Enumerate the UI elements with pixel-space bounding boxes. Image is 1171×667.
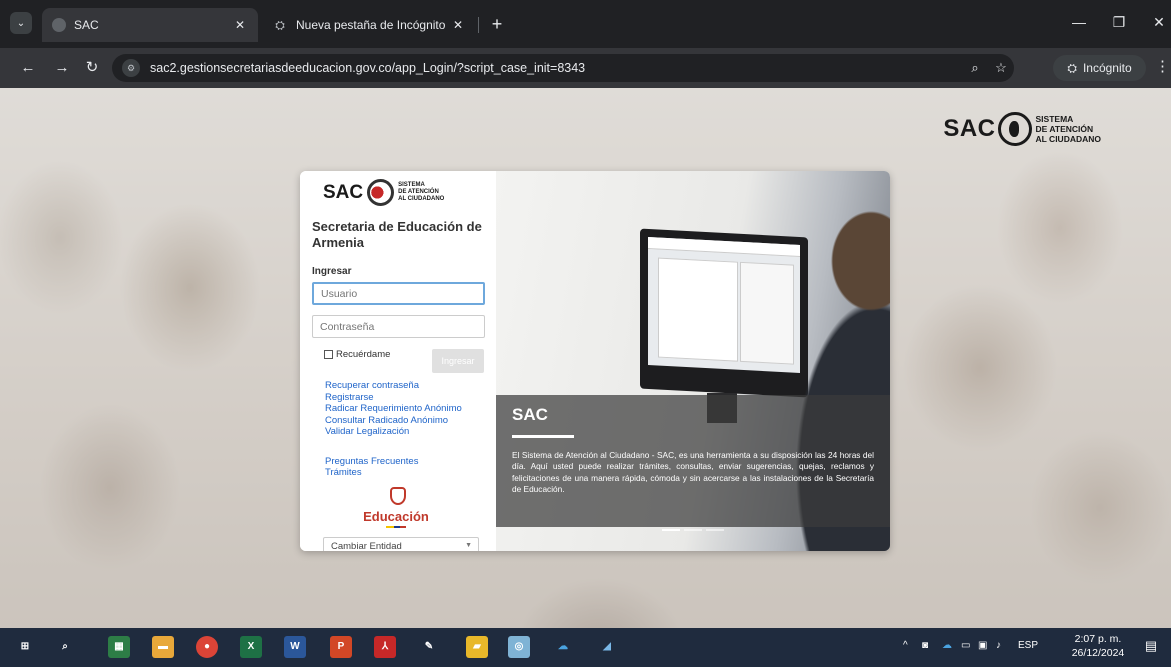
check-anonymous-filing-link[interactable]: Consultar Radicado Anónimo xyxy=(325,415,462,427)
search-icon[interactable]: ⌕ xyxy=(54,636,76,658)
entity-title: Secretaria de Educación de Armenia xyxy=(312,219,482,250)
coat-of-arms-icon xyxy=(384,485,408,509)
browser-toolbar: ← → ↻ ⚙ sac2.gestionsecretariasdeeducaci… xyxy=(0,48,1171,88)
site-info-icon[interactable]: ⚙ xyxy=(122,59,140,77)
new-tab-icon[interactable]: + xyxy=(486,13,508,35)
caption-text: El Sistema de Atención al Ciudadano - SA… xyxy=(512,450,874,494)
chevron-up-icon[interactable]: ^ xyxy=(903,640,908,651)
volume-icon[interactable]: ♪ xyxy=(996,640,1001,651)
username-input[interactable] xyxy=(312,282,485,305)
clock[interactable]: 2:07 p. m. 26/12/2024 xyxy=(1067,632,1129,660)
battery-icon[interactable]: ▭ xyxy=(961,640,970,651)
sac-logo-icon xyxy=(997,112,1032,146)
incognito-icon: ⛭ xyxy=(1067,60,1077,75)
clock-time: 2:07 p. m. xyxy=(1074,633,1122,645)
windows-taskbar: ⊞ ⌕ ▦ ▬ ● X W P ⅄ ✎ ▰ ◎ ☁ ◢ ^ ◙ ☁ ▭ ▣ ♪ … xyxy=(0,628,1171,667)
browser-tab-strip: ⌄ SAC ✕ ⛭ Nueva pestaña de Incógnito ✕ +… xyxy=(0,0,1171,48)
sac-header-logo: SAC SISTEMA DE ATENCIÓN AL CIUDADANO xyxy=(943,112,1101,146)
url-text: sac2.gestionsecretariasdeeducacion.gov.c… xyxy=(150,61,586,75)
monitor-screen xyxy=(648,237,800,373)
onedrive-icon[interactable]: ☁ xyxy=(552,636,574,658)
language-indicator[interactable]: ESP xyxy=(1018,640,1038,651)
tab-search-icon[interactable]: ⌄ xyxy=(10,12,32,34)
carousel-dot[interactable] xyxy=(706,529,724,531)
brand-name: SAC xyxy=(323,181,364,203)
paint-icon[interactable]: ✎ xyxy=(418,636,440,658)
magnifier-app-icon[interactable]: ◎ xyxy=(508,636,530,658)
carousel-dot[interactable] xyxy=(662,529,680,531)
carousel: SAC El Sistema de Atención al Ciudadano … xyxy=(496,171,890,551)
address-bar[interactable]: ⚙ sac2.gestionsecretariasdeeducacion.gov… xyxy=(112,54,1014,82)
validate-legalization-link[interactable]: Validar Legalización xyxy=(325,426,462,438)
login-card: SAC SISTEMA DE ATENCIÓN AL CIUDADANO Sec… xyxy=(300,171,890,551)
onedrive-tray-icon[interactable]: ☁ xyxy=(942,640,952,651)
notifications-icon[interactable]: ▤ xyxy=(1142,638,1160,656)
login-page-background: SAC SISTEMA DE ATENCIÓN AL CIUDADANO SAC… xyxy=(0,88,1171,628)
close-icon[interactable]: ✕ xyxy=(232,18,248,32)
remember-me-label: Recuérdame xyxy=(336,349,391,360)
incognito-icon: ⛭ xyxy=(275,17,285,32)
app-icon[interactable]: ◢ xyxy=(596,636,618,658)
bookmark-star-icon[interactable]: ☆ xyxy=(988,60,1014,76)
close-icon[interactable]: ✕ xyxy=(450,18,466,32)
globe-icon xyxy=(52,18,66,32)
network-icon[interactable]: ▣ xyxy=(978,640,987,651)
meet-icon[interactable]: ◙ xyxy=(922,640,928,651)
remember-me-checkbox[interactable]: Recuérdame xyxy=(324,349,390,360)
brand-subtitle: SISTEMA DE ATENCIÓN AL CIUDADANO xyxy=(1035,114,1101,144)
clock-date: 26/12/2024 xyxy=(1071,647,1125,659)
tab-label: Nueva pestaña de Incógnito xyxy=(296,18,446,32)
carousel-dot[interactable] xyxy=(684,529,702,531)
carousel-indicators xyxy=(496,529,890,537)
checkbox-icon[interactable] xyxy=(324,350,333,359)
zoom-icon[interactable]: ⌕ xyxy=(962,60,988,76)
restore-icon[interactable]: ❐ xyxy=(1106,10,1132,34)
password-input[interactable] xyxy=(312,315,485,338)
recover-password-link[interactable]: Recuperar contraseña xyxy=(325,380,462,392)
forward-arrow-icon[interactable]: → xyxy=(50,56,74,80)
minimize-icon[interactable]: — xyxy=(1066,10,1092,34)
word-icon[interactable]: W xyxy=(284,636,306,658)
incognito-indicator[interactable]: ⛭ Incógnito xyxy=(1053,55,1146,81)
login-section-label: Ingresar xyxy=(312,266,352,277)
chrome-icon[interactable]: ● xyxy=(196,636,218,658)
tab-sac[interactable]: SAC ✕ xyxy=(42,8,258,42)
brand-subtitle: SISTEMA DE ATENCIÓN AL CIUDADANO xyxy=(398,182,445,202)
anonymous-request-link[interactable]: Radicar Requerimiento Anónimo xyxy=(325,403,462,415)
procedures-link[interactable]: Trámites xyxy=(325,467,462,479)
brand-name: SAC xyxy=(943,115,996,142)
change-entity-value: Cambiar Entidad xyxy=(331,541,402,551)
back-arrow-icon[interactable]: ← xyxy=(16,56,40,80)
register-link[interactable]: Registrarse xyxy=(325,392,462,404)
tab-label: SAC xyxy=(74,18,99,32)
chevron-down-icon: ▼ xyxy=(465,542,472,549)
tab-incognito[interactable]: ⛭ Nueva pestaña de Incógnito ✕ xyxy=(262,8,476,42)
file-explorer-icon[interactable]: ▬ xyxy=(152,636,174,658)
login-button[interactable]: Ingresar xyxy=(432,349,484,373)
flag-stripe xyxy=(386,526,406,528)
tab-divider xyxy=(478,17,479,33)
caption-title: SAC xyxy=(512,405,548,424)
education-logo-text: Educación xyxy=(363,509,429,524)
powerpoint-icon[interactable]: P xyxy=(330,636,352,658)
card-logo: SAC SISTEMA DE ATENCIÓN AL CIUDADANO xyxy=(323,179,444,206)
login-links: Recuperar contraseña Registrarse Radicar… xyxy=(325,380,462,479)
incognito-label: Incógnito xyxy=(1082,61,1132,75)
reload-icon[interactable]: ↻ xyxy=(80,56,104,80)
carousel-caption: SAC El Sistema de Atención al Ciudadano … xyxy=(496,395,890,527)
close-window-icon[interactable]: ✕ xyxy=(1146,10,1171,34)
sac-logo-icon xyxy=(367,179,395,206)
faq-link[interactable]: Preguntas Frecuentes xyxy=(325,456,462,468)
windows-start-icon[interactable]: ⊞ xyxy=(14,636,36,658)
excel-icon[interactable]: X xyxy=(240,636,262,658)
monitor-photo xyxy=(640,228,808,398)
sticky-notes-icon[interactable]: ▰ xyxy=(466,636,488,658)
calculator-icon[interactable]: ▦ xyxy=(108,636,130,658)
login-panel: SAC SISTEMA DE ATENCIÓN AL CIUDADANO Sec… xyxy=(300,171,496,551)
acrobat-icon[interactable]: ⅄ xyxy=(374,636,396,658)
browser-menu-icon[interactable]: ⋮ xyxy=(1155,57,1170,75)
change-entity-select[interactable]: Cambiar Entidad ▼ xyxy=(323,537,479,551)
caption-rule xyxy=(512,435,574,438)
